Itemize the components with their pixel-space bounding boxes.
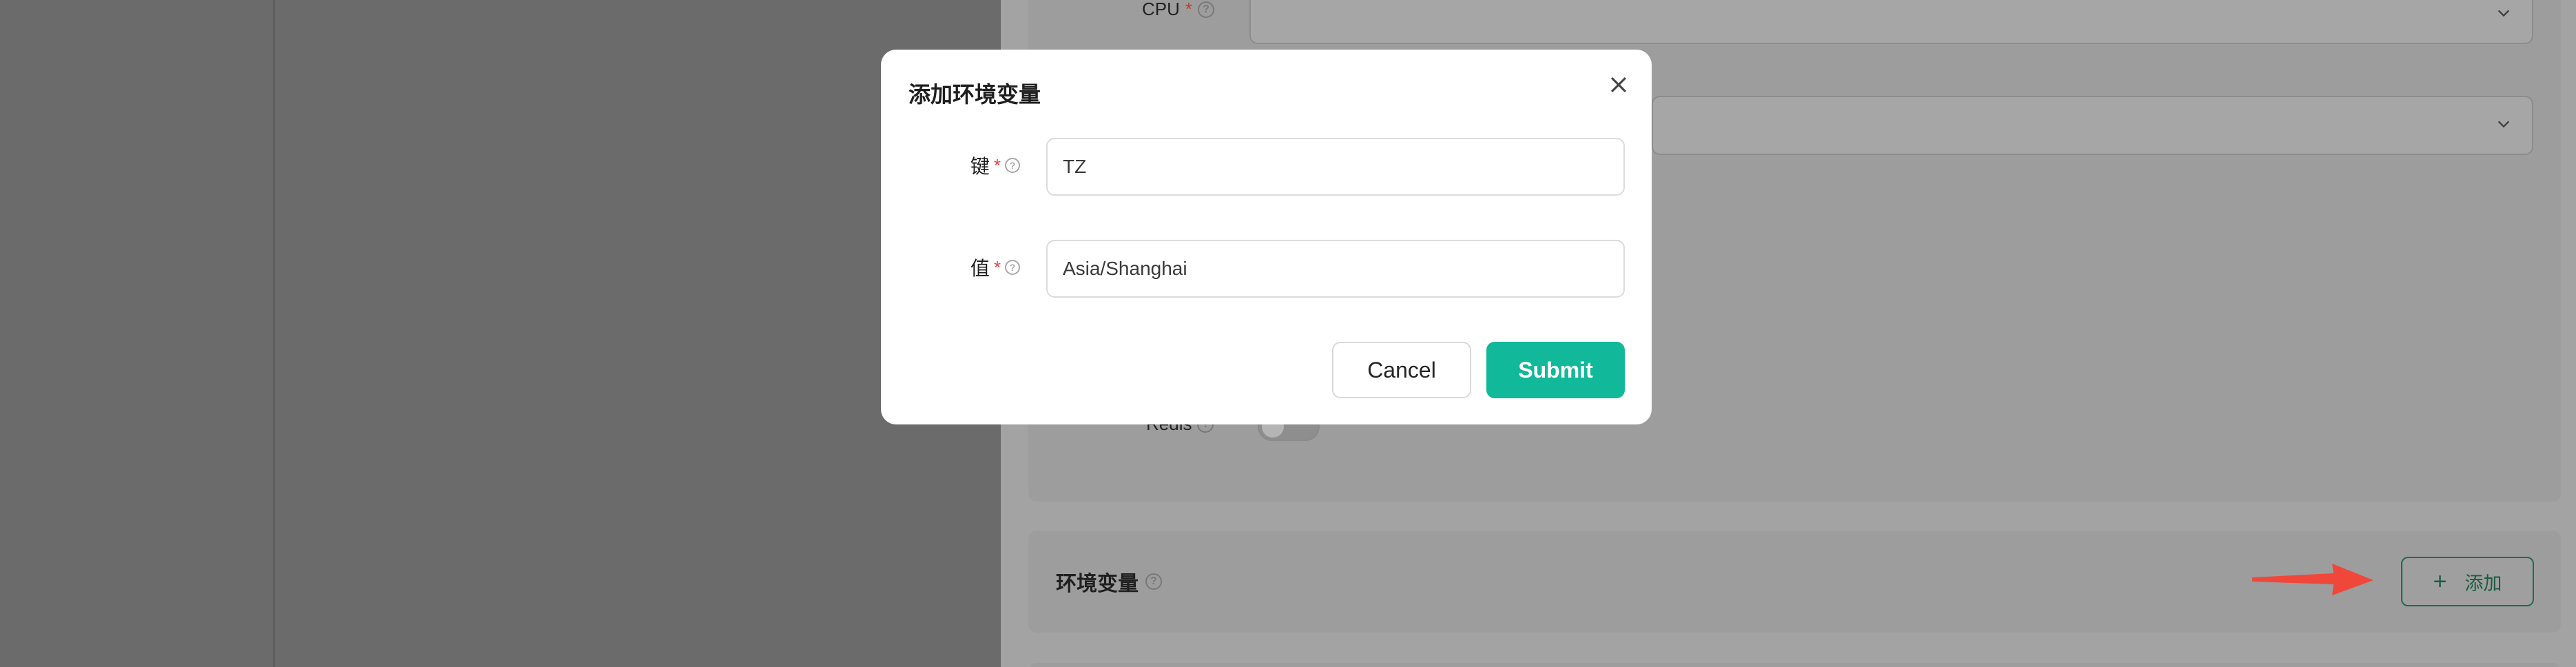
cpu-select[interactable] bbox=[1249, 0, 2533, 44]
key-form-row: 键 * ? bbox=[881, 138, 1652, 196]
close-icon[interactable] bbox=[1607, 73, 1630, 96]
required-asterisk: * bbox=[1185, 0, 1193, 19]
env-vars-title-text: 环境变量 bbox=[1056, 573, 1139, 595]
chevron-down-icon bbox=[2497, 121, 2510, 128]
panel-divider bbox=[273, 0, 275, 667]
value-form-row: 值 * ? bbox=[881, 240, 1652, 298]
help-icon[interactable]: ? bbox=[1005, 260, 1020, 275]
add-env-var-modal: 添加环境变量 键 * ? 值 * ? Cancel Submit bbox=[881, 50, 1652, 424]
key-field-label: 键 * ? bbox=[970, 152, 1020, 179]
help-icon[interactable]: ? bbox=[1005, 158, 1020, 173]
required-asterisk: * bbox=[993, 256, 1001, 278]
background-left-panel bbox=[0, 0, 1001, 667]
cancel-button[interactable]: Cancel bbox=[1332, 342, 1471, 398]
key-label-text: 键 bbox=[970, 156, 990, 177]
add-env-var-button[interactable]: + 添加 bbox=[2401, 557, 2534, 606]
value-label-text: 值 bbox=[970, 258, 990, 279]
value-field-label: 值 * ? bbox=[970, 254, 1020, 281]
modal-title: 添加环境变量 bbox=[908, 82, 1041, 107]
chevron-down-icon bbox=[2497, 10, 2510, 17]
next-card bbox=[1028, 663, 2561, 667]
memory-select[interactable] bbox=[1652, 96, 2533, 155]
env-vars-section-title: 环境变量 ? bbox=[1056, 566, 1162, 597]
required-asterisk: * bbox=[993, 154, 1001, 176]
help-icon[interactable]: ? bbox=[1145, 573, 1162, 590]
submit-button[interactable]: Submit bbox=[1486, 342, 1625, 398]
value-input[interactable] bbox=[1046, 240, 1625, 298]
cpu-field-label: CPU * ? bbox=[1142, 0, 1215, 20]
key-input[interactable] bbox=[1046, 138, 1625, 196]
cpu-label-text: CPU bbox=[1142, 0, 1180, 19]
annotation-arrow-icon bbox=[2252, 564, 2374, 595]
plus-icon: + bbox=[2433, 568, 2447, 595]
help-icon[interactable]: ? bbox=[1198, 1, 1215, 18]
add-button-label: 添加 bbox=[2464, 573, 2502, 594]
